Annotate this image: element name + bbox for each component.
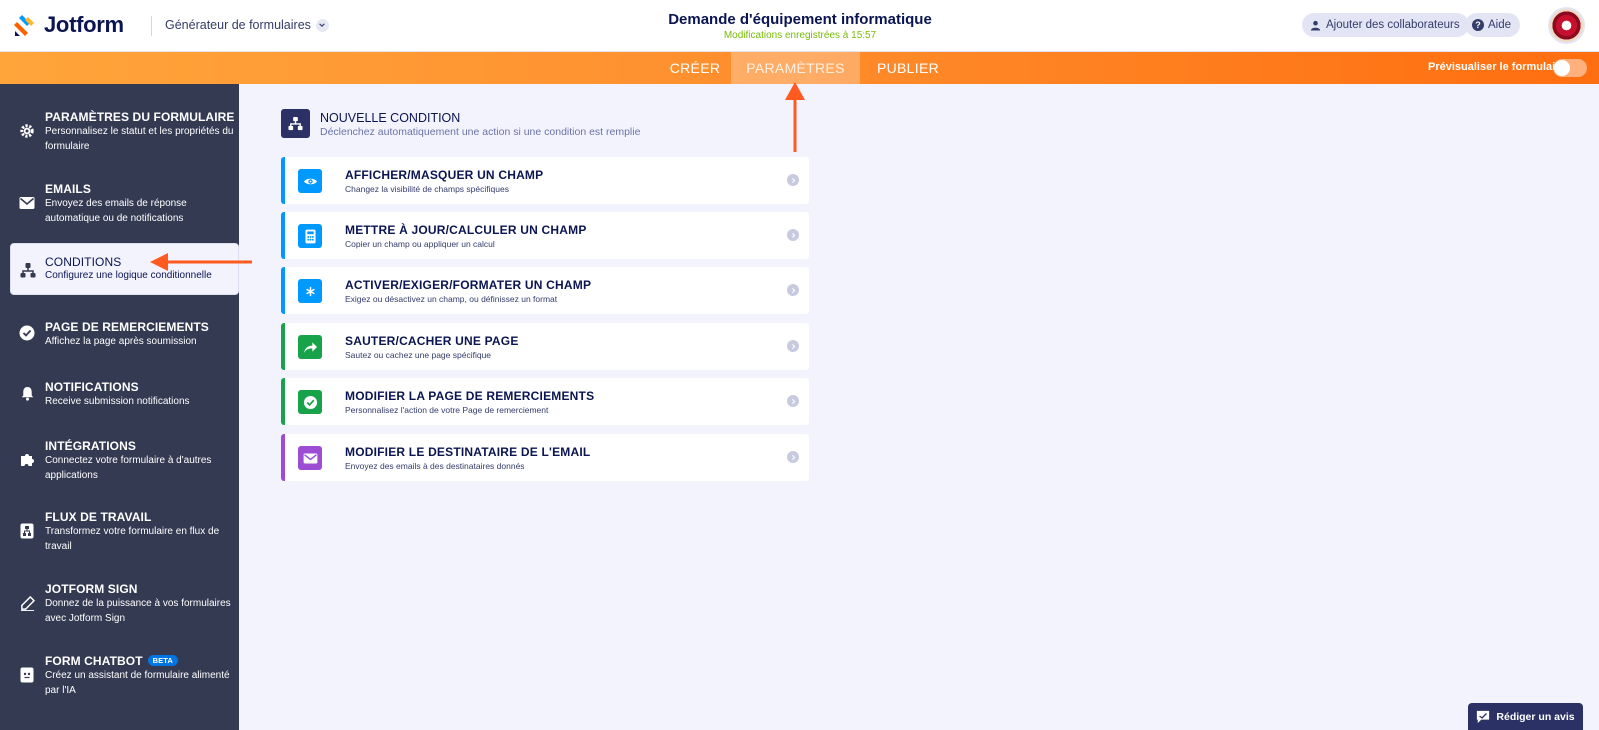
condition-card-title: AFFICHER/MASQUER UN CHAMP xyxy=(345,168,544,182)
sidebar-item-title: FORM CHATBOT BETA xyxy=(45,654,178,668)
check-icon xyxy=(298,390,322,414)
sidebar-item-desc: Créez un assistant de formulaire aliment… xyxy=(45,670,230,696)
jotform-logo[interactable]: Jotform xyxy=(14,12,124,38)
calculator-icon xyxy=(298,224,322,248)
annotation-arrow-left xyxy=(150,253,252,271)
sidebar-item-title: INTÉGRATIONS xyxy=(45,439,136,453)
condition-card-desc: Copier un champ ou appliquer un calcul xyxy=(345,239,495,249)
sidebar-item-desc: Donnez de la puissance à vos formulaires… xyxy=(45,598,231,624)
help-label: Aide xyxy=(1488,19,1512,31)
condition-card-title: MODIFIER LE DESTINATAIRE DE L'EMAIL xyxy=(345,445,591,459)
app-header: Jotform Générateur de formulaires Demand… xyxy=(0,0,1599,52)
sidebar-item-desc: Receive submission notifications xyxy=(45,396,190,407)
annotation-arrow-up xyxy=(785,82,805,152)
condition-card-title: SAUTER/CACHER UNE PAGE xyxy=(345,334,519,348)
write-review-button[interactable]: Rédiger un avis xyxy=(1468,703,1583,730)
chevron-right-icon xyxy=(787,174,799,186)
tab-publish[interactable]: PUBLIER xyxy=(864,52,952,84)
hierarchy-icon xyxy=(281,109,310,138)
sidebar-item-notifications[interactable]: NOTIFICATIONS Receive submission notific… xyxy=(0,380,239,412)
sidebar-item-title: PAGE DE REMERCIEMENTS xyxy=(45,320,209,334)
condition-card-title: ACTIVER/EXIGER/FORMATER UN CHAMP xyxy=(345,278,592,292)
jotform-logo-icon xyxy=(14,15,34,36)
chatbot-icon xyxy=(18,666,36,684)
pen-icon xyxy=(18,594,36,612)
header-divider xyxy=(151,16,152,36)
form-title[interactable]: Demande d'équipement informatique xyxy=(600,11,1000,28)
condition-card-thank-you-page[interactable]: MODIFIER LA PAGE DE REMERCIEMENTS Person… xyxy=(281,378,809,425)
condition-card-show-hide[interactable]: AFFICHER/MASQUER UN CHAMP Changez la vis… xyxy=(281,157,809,204)
chevron-right-icon xyxy=(787,284,799,296)
add-collaborators-label: Ajouter des collaborateurs xyxy=(1326,19,1460,31)
user-avatar[interactable] xyxy=(1548,7,1585,44)
hierarchy-icon xyxy=(19,261,37,279)
condition-card-email-recipient[interactable]: MODIFIER LE DESTINATAIRE DE L'EMAIL Envo… xyxy=(281,434,809,481)
sidebar-item-desc: Transformez votre formulaire en flux de … xyxy=(45,526,220,552)
tab-create[interactable]: CRÉER xyxy=(655,52,735,84)
sidebar-item-title: PARAMÈTRES DU FORMULAIRE xyxy=(45,110,235,124)
condition-card-title: MODIFIER LA PAGE DE REMERCIEMENTS xyxy=(345,389,595,403)
asterisk-icon xyxy=(298,279,322,303)
form-title-area: Demande d'équipement informatique Modifi… xyxy=(600,11,1000,41)
bell-icon xyxy=(18,384,36,402)
preview-form-label: Prévisualiser le formulaire xyxy=(1428,61,1566,73)
condition-card-desc: Sautez ou cachez une page spécifique xyxy=(345,350,492,360)
builder-menu-label: Générateur de formulaires xyxy=(165,18,311,32)
sidebar-item-title: CONDITIONS xyxy=(45,255,122,269)
condition-card-enable-require[interactable]: ACTIVER/EXIGER/FORMATER UN CHAMP Exigez … xyxy=(281,267,809,314)
chevron-right-icon xyxy=(787,229,799,241)
sidebar-item-title: EMAILS xyxy=(45,182,91,196)
workflow-icon xyxy=(18,522,36,540)
sidebar-item-workflows[interactable]: FLUX DE TRAVAIL Transformez votre formul… xyxy=(0,510,239,556)
user-icon xyxy=(1310,20,1321,31)
chevron-right-icon xyxy=(787,340,799,352)
gear-icon xyxy=(18,122,36,140)
share-arrow-icon xyxy=(298,335,322,359)
condition-card-desc: Changez la visibilité de champs spécifiq… xyxy=(345,184,509,194)
sidebar-item-desc: Affichez la page après soumission xyxy=(45,336,197,347)
logo-text: Jotform xyxy=(44,12,124,37)
add-collaborators-button[interactable]: Ajouter des collaborateurs xyxy=(1302,13,1469,37)
sidebar-item-form-settings[interactable]: PARAMÈTRES DU FORMULAIRE Personnalisez l… xyxy=(0,110,239,156)
write-review-label: Rédiger un avis xyxy=(1496,710,1575,723)
save-status: Modifications enregistrées à 15:57 xyxy=(723,30,877,41)
sidebar-item-title: FLUX DE TRAVAIL xyxy=(45,510,152,524)
mail-icon xyxy=(298,446,322,470)
settings-sidebar: PARAMÈTRES DU FORMULAIRE Personnalisez l… xyxy=(0,84,239,730)
chevron-right-icon xyxy=(787,395,799,407)
condition-card-update-calculate[interactable]: METTRE À JOUR/CALCULER UN CHAMP Copier u… xyxy=(281,212,809,259)
sidebar-item-jotform-sign[interactable]: JOTFORM SIGN Donnez de la puissance à vo… xyxy=(0,582,239,628)
sidebar-item-title: JOTFORM SIGN xyxy=(45,582,138,596)
check-circle-icon xyxy=(18,324,36,342)
envelope-icon xyxy=(18,194,36,212)
puzzle-icon xyxy=(18,451,36,469)
sidebar-item-integrations[interactable]: INTÉGRATIONS Connectez votre formulaire … xyxy=(0,439,239,485)
help-button[interactable]: ? Aide xyxy=(1465,13,1521,37)
chevron-right-icon xyxy=(787,451,799,463)
review-icon xyxy=(1477,710,1490,723)
condition-card-desc: Exigez ou désactivez un champ, ou défini… xyxy=(345,294,558,304)
condition-card-skip-page[interactable]: SAUTER/CACHER UNE PAGE Sautez ou cachez … xyxy=(281,323,809,370)
toggle-knob xyxy=(1554,60,1570,76)
sidebar-item-emails[interactable]: EMAILS Envoyez des emails de réponse aut… xyxy=(0,182,239,228)
new-condition-desc: Déclenchez automatiquement une action si… xyxy=(320,126,641,138)
new-condition-title: NOUVELLE CONDITION xyxy=(320,111,461,125)
eye-icon xyxy=(298,169,322,193)
preview-form-toggle[interactable] xyxy=(1553,59,1587,77)
sidebar-item-form-chatbot[interactable]: FORM CHATBOT BETA Créez un assistant de f… xyxy=(0,654,239,700)
sidebar-item-thank-you[interactable]: PAGE DE REMERCIEMENTS Affichez la page a… xyxy=(0,320,239,352)
sidebar-item-desc: Envoyez des emails de réponse automatiqu… xyxy=(45,198,187,224)
sidebar-item-title: NOTIFICATIONS xyxy=(45,380,139,394)
sidebar-item-desc: Connectez votre formulaire à d'autres ap… xyxy=(45,455,212,481)
sidebar-item-title-text: FORM CHATBOT xyxy=(45,654,143,668)
builder-menu-button[interactable]: Générateur de formulaires xyxy=(165,18,329,32)
condition-card-desc: Personnalisez l'action de votre Page de … xyxy=(345,405,549,415)
question-icon: ? xyxy=(1472,19,1484,31)
sidebar-item-desc: Personnalisez le statut et les propriété… xyxy=(45,126,234,152)
beta-badge: BETA xyxy=(147,655,178,666)
condition-card-desc: Envoyez des emails à des destinataires d… xyxy=(345,461,525,471)
condition-card-title: METTRE À JOUR/CALCULER UN CHAMP xyxy=(345,223,587,237)
chevron-down-icon xyxy=(315,18,329,32)
